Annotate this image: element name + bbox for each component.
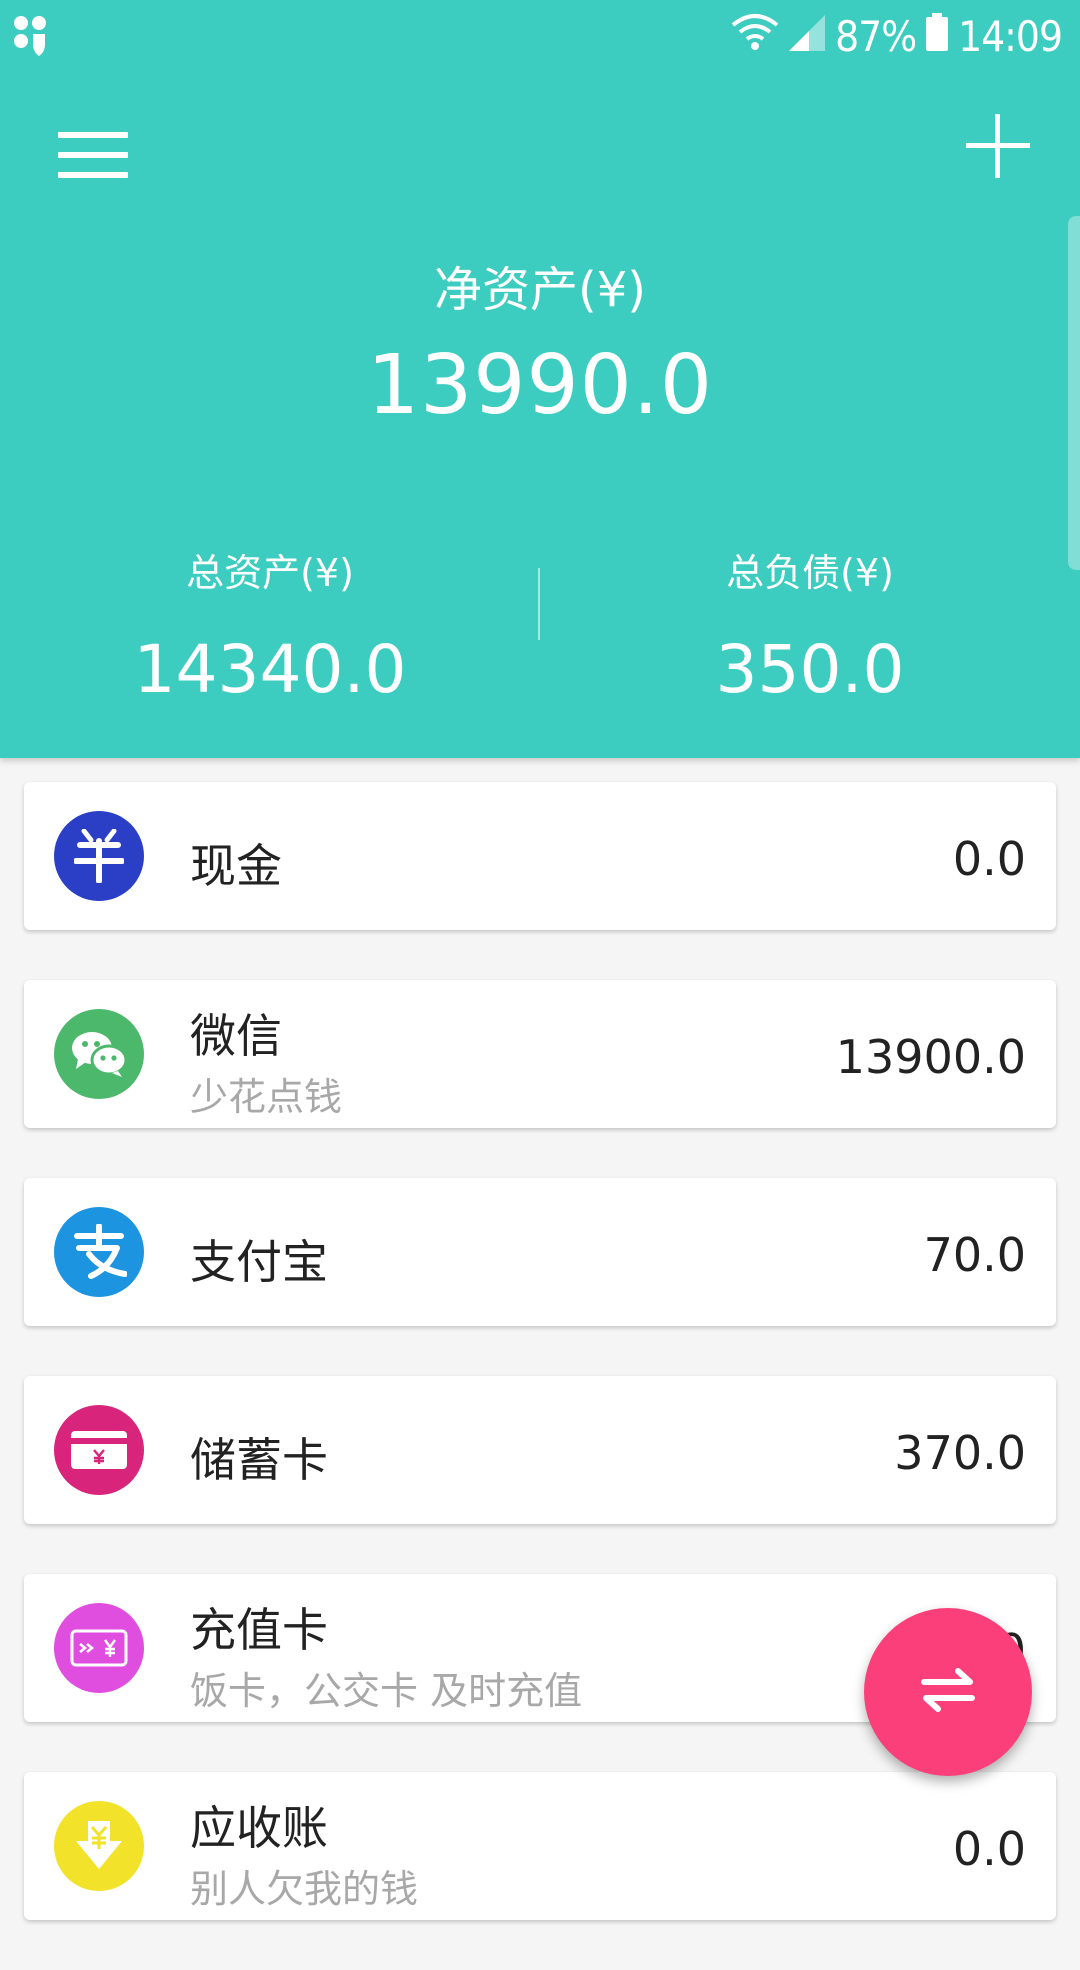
clock: 14:09 [958,11,1063,61]
account-amount: 13900.0 [835,1030,1026,1084]
cash-icon [54,811,144,901]
wifi-icon [731,12,779,61]
account-description: 别人欠我的钱 [190,1867,419,1911]
net-assets-label: 净资产(¥) [434,262,646,318]
account-amount: 370.0 [894,1426,1026,1480]
account-name: 储蓄卡 [190,1433,328,1487]
total-liabilities-label: 总负债(¥) [726,551,894,595]
app-notification-icon [12,14,52,58]
alipay-icon [54,1207,144,1297]
account-name: 微信 [190,1009,282,1063]
prepaid-card-icon [54,1603,144,1693]
account-name: 支付宝 [190,1235,328,1289]
account-list: 现金 0.0 微信 少花点钱 13900.0 支付宝 70.0 储蓄卡 370.… [24,782,1056,1970]
transfer-fab-button[interactable] [864,1608,1032,1776]
account-description: 少花点钱 [190,1075,343,1119]
battery-percent: 87% [835,11,917,61]
account-card-alipay[interactable]: 支付宝 70.0 [24,1178,1056,1326]
status-bar: 87% 14:09 [0,0,1080,72]
header: 87% 14:09 净资产(¥) 13990.0 总资产(¥) 14340.0 … [0,0,1080,758]
total-liabilities-value: 350.0 [715,631,905,708]
account-card-receivable[interactable]: 应收账 别人欠我的钱 0.0 [24,1772,1056,1920]
transfer-icon [920,1668,976,1716]
hamburger-menu-icon[interactable] [58,130,128,180]
account-name: 现金 [190,839,282,893]
total-assets-value: 14340.0 [133,631,407,708]
account-amount: 70.0 [923,1228,1026,1282]
account-amount: 0.0 [952,832,1026,886]
account-description: 饭卡，公交卡 及时充值 [190,1669,583,1713]
account-card-wechat[interactable]: 微信 少花点钱 13900.0 [24,980,1056,1128]
account-amount: 0.0 [952,1822,1026,1876]
battery-icon [926,12,949,61]
signal-icon [789,12,826,61]
total-assets-label: 总资产(¥) [186,551,354,595]
account-card-cash[interactable]: 现金 0.0 [24,782,1056,930]
total-liabilities: 总负债(¥) 350.0 [540,542,1080,708]
debit-card-icon [54,1405,144,1495]
account-name: 充值卡 [190,1603,328,1657]
receivable-icon [54,1801,144,1891]
account-card-debit[interactable]: 储蓄卡 370.0 [24,1376,1056,1524]
plus-icon[interactable] [966,114,1030,178]
account-name: 应收账 [190,1801,328,1855]
wechat-icon [54,1009,144,1099]
net-assets-value: 13990.0 [366,338,714,433]
total-assets: 总资产(¥) 14340.0 [0,542,540,708]
